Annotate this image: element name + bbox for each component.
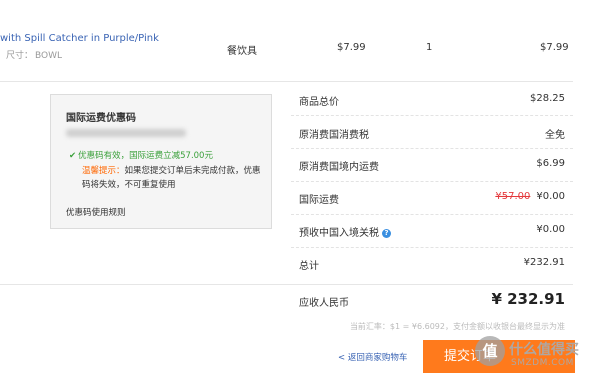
intl-shipping-label: 国际运费 <box>299 195 339 206</box>
total-label: 总计 <box>299 261 319 272</box>
intl-shipping-values: ¥57.00 ¥0.00 <box>495 191 565 202</box>
coupon-tip-label: 温馨提示： <box>82 166 125 176</box>
coupon-valid-text: 优惠码有效，国际运费立减57.00元 <box>78 151 213 161</box>
origin-tax-value: 全免 <box>545 130 565 141</box>
summary-divider <box>291 214 573 215</box>
product-quantity: 1 <box>426 42 433 53</box>
coupon-rules-link[interactable]: 优惠码使用规则 <box>66 206 126 218</box>
coupon-code-blurred <box>66 129 186 137</box>
goods-total-value: $28.25 <box>530 93 565 104</box>
summary-import-tax: 预收中国入境关税? ¥0.00 <box>299 224 565 242</box>
summary-divider <box>291 181 573 182</box>
goods-total-label: 商品总价 <box>299 97 339 108</box>
coupon-title: 国际运费优惠码 <box>66 113 136 124</box>
product-subtotal: $7.99 <box>540 42 569 53</box>
payable-label: 应收人民币 <box>299 298 349 309</box>
exchange-rate-note: 当前汇率：$1 = ¥6.6092，支付金额以收银台最终显示为准 <box>349 322 565 331</box>
product-category: 餐饮具 <box>227 46 257 57</box>
origin-tax-label: 原消费国消费税 <box>299 130 369 141</box>
summary-domestic-shipping: 原消费国境内运费 $6.99 <box>299 158 565 176</box>
product-spec: 尺寸： BOWL <box>6 48 62 61</box>
import-tax-label-wrap: 预收中国入境关税? <box>299 224 391 239</box>
summary-goods-total: 商品总价 $28.25 <box>299 93 565 111</box>
summary-intl-shipping: 国际运费 ¥57.00 ¥0.00 <box>299 191 565 209</box>
summary-divider <box>291 148 573 149</box>
domestic-shipping-value: $6.99 <box>536 158 565 169</box>
coupon-panel: 国际运费优惠码 ✔ 优惠码有效，国际运费立减57.00元 温馨提示：如果您提交订单… <box>50 94 272 229</box>
summary-origin-tax: 原消费国消费税 全免 <box>299 126 565 144</box>
import-tax-value: ¥0.00 <box>536 224 565 235</box>
product-name[interactable]: with Spill Catcher in Purple/Pink <box>0 33 159 44</box>
info-icon[interactable]: ? <box>382 229 391 238</box>
spec-label: 尺寸： <box>6 51 34 61</box>
watermark-logo-icon: 值 <box>475 336 505 366</box>
coupon-tip: 温馨提示：如果您提交订单后未完成付款，优惠码将失效，不可重复使用 <box>82 164 268 192</box>
payable-amount: ¥ 232.91 <box>491 290 565 308</box>
coupon-valid-message: ✔ 优惠码有效，国际运费立减57.00元 <box>69 149 213 161</box>
intl-shipping-original: ¥57.00 <box>495 191 531 202</box>
product-unit-price: $7.99 <box>337 42 366 53</box>
intl-shipping-value: ¥0.00 <box>536 191 565 202</box>
watermark-sub: SMZDM.COM <box>511 358 574 368</box>
summary-divider <box>291 115 573 116</box>
summary-divider <box>291 247 573 248</box>
back-to-cart-link[interactable]: < 返回商家购物车 <box>338 351 407 363</box>
section-divider <box>0 284 573 285</box>
row-divider <box>0 81 573 82</box>
check-icon: ✔ <box>69 151 77 161</box>
import-tax-label: 预收中国入境关税 <box>299 228 379 239</box>
summary-total: 总计 ¥232.91 <box>299 257 565 275</box>
spec-value: BOWL <box>35 51 63 61</box>
total-value: ¥232.91 <box>523 257 565 268</box>
domestic-shipping-label: 原消费国境内运费 <box>299 162 379 173</box>
watermark-text: 什么值得买 <box>509 342 579 358</box>
